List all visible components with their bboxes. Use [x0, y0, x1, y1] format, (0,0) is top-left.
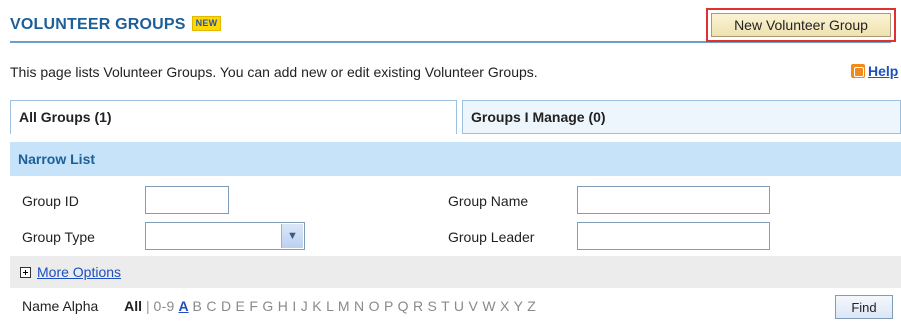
group-type-select[interactable]: ▼: [145, 222, 305, 250]
page-description: This page lists Volunteer Groups. You ca…: [10, 64, 538, 80]
group-id-input[interactable]: [145, 186, 229, 214]
new-badge: NEW: [191, 16, 222, 31]
group-name-input[interactable]: [577, 186, 770, 214]
group-leader-label: Group Leader: [448, 229, 535, 245]
tab-groups-i-manage[interactable]: Groups I Manage (0): [462, 100, 901, 134]
group-type-label: Group Type: [22, 229, 95, 245]
alpha-letter-a[interactable]: A: [179, 298, 189, 314]
group-leader-input[interactable]: [577, 222, 770, 250]
new-button-highlight: New Volunteer Group: [706, 8, 896, 42]
group-id-label: Group ID: [22, 193, 79, 209]
name-alpha-filter: Name Alpha All | 0-9 A B C D E F G H I J…: [22, 298, 536, 314]
more-options-bar: More Options: [10, 256, 901, 288]
more-options-link[interactable]: More Options: [37, 264, 121, 280]
page-title: VOLUNTEER GROUPS NEW: [10, 16, 222, 34]
alpha-all: All: [124, 298, 143, 314]
help-link-container[interactable]: Help: [851, 63, 898, 79]
chevron-down-icon[interactable]: ▼: [281, 224, 303, 248]
help-link[interactable]: Help: [868, 63, 898, 79]
expand-plus-icon[interactable]: [20, 267, 31, 278]
tab-all-groups[interactable]: All Groups (1): [10, 100, 457, 134]
alpha-separator: |: [145, 298, 150, 314]
alpha-letters[interactable]: B C D E F G H I J K L M N O P Q R S T U …: [193, 298, 537, 314]
help-icon[interactable]: [851, 64, 865, 78]
new-volunteer-group-button[interactable]: New Volunteer Group: [711, 13, 891, 37]
find-button[interactable]: Find: [835, 295, 893, 319]
name-alpha-label: Name Alpha: [22, 298, 99, 314]
page-title-text: VOLUNTEER GROUPS: [10, 16, 186, 33]
narrow-list-header: Narrow List: [10, 142, 901, 176]
alpha-digits[interactable]: 0-9: [153, 298, 174, 314]
group-name-label: Group Name: [448, 193, 529, 209]
